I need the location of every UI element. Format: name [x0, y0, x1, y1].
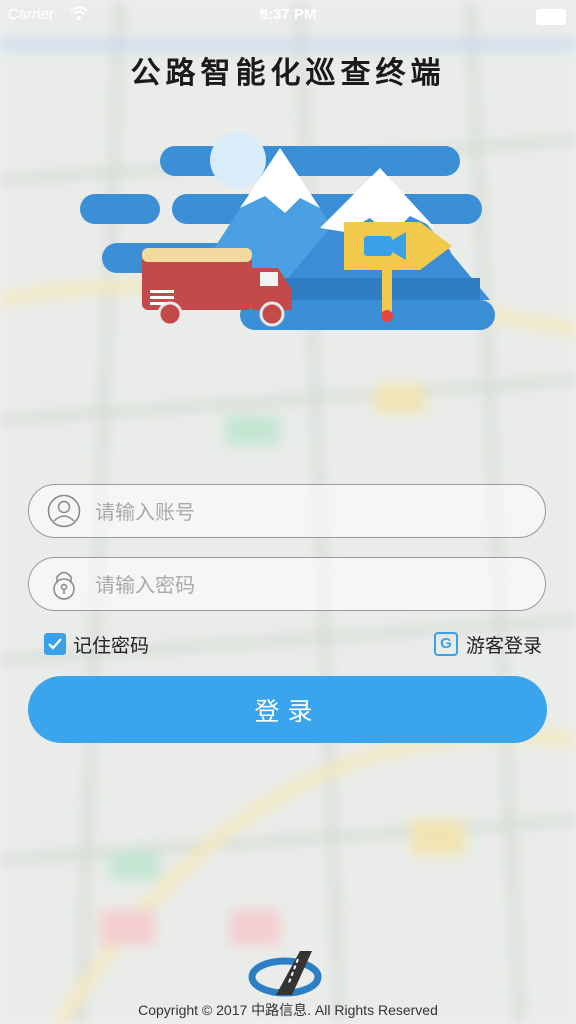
status-bar: Carrier 8:37 PM: [0, 0, 576, 32]
user-icon: [47, 494, 81, 528]
guest-login-link[interactable]: G 游客登录: [433, 630, 542, 658]
password-input[interactable]: [93, 568, 527, 602]
moon-icon: [210, 132, 266, 188]
guest-g-icon: G: [433, 632, 458, 656]
copyright-text: Copyright © 2017 中路信息. All Rights Reserv…: [138, 1002, 438, 1018]
account-field[interactable]: [28, 484, 546, 538]
cloud-bar: [160, 146, 460, 176]
password-field[interactable]: [28, 557, 546, 611]
remember-password-toggle[interactable]: 记住密码: [44, 630, 149, 658]
login-button[interactable]: 登录: [28, 676, 547, 743]
app-title: 公路智能化巡查终端: [130, 56, 446, 91]
battery-icon: [536, 9, 566, 25]
company-logo: [248, 951, 322, 997]
hero-illustration: [80, 132, 495, 330]
guest-login-label: 游客登录: [465, 634, 542, 657]
clock: 8:37 PM: [259, 6, 317, 23]
lock-icon: [53, 571, 75, 600]
remember-password-label: 记住密码: [73, 634, 150, 657]
checkbox-icon[interactable]: [44, 633, 66, 655]
account-input[interactable]: [93, 495, 527, 529]
cloud-bar: [80, 194, 160, 224]
